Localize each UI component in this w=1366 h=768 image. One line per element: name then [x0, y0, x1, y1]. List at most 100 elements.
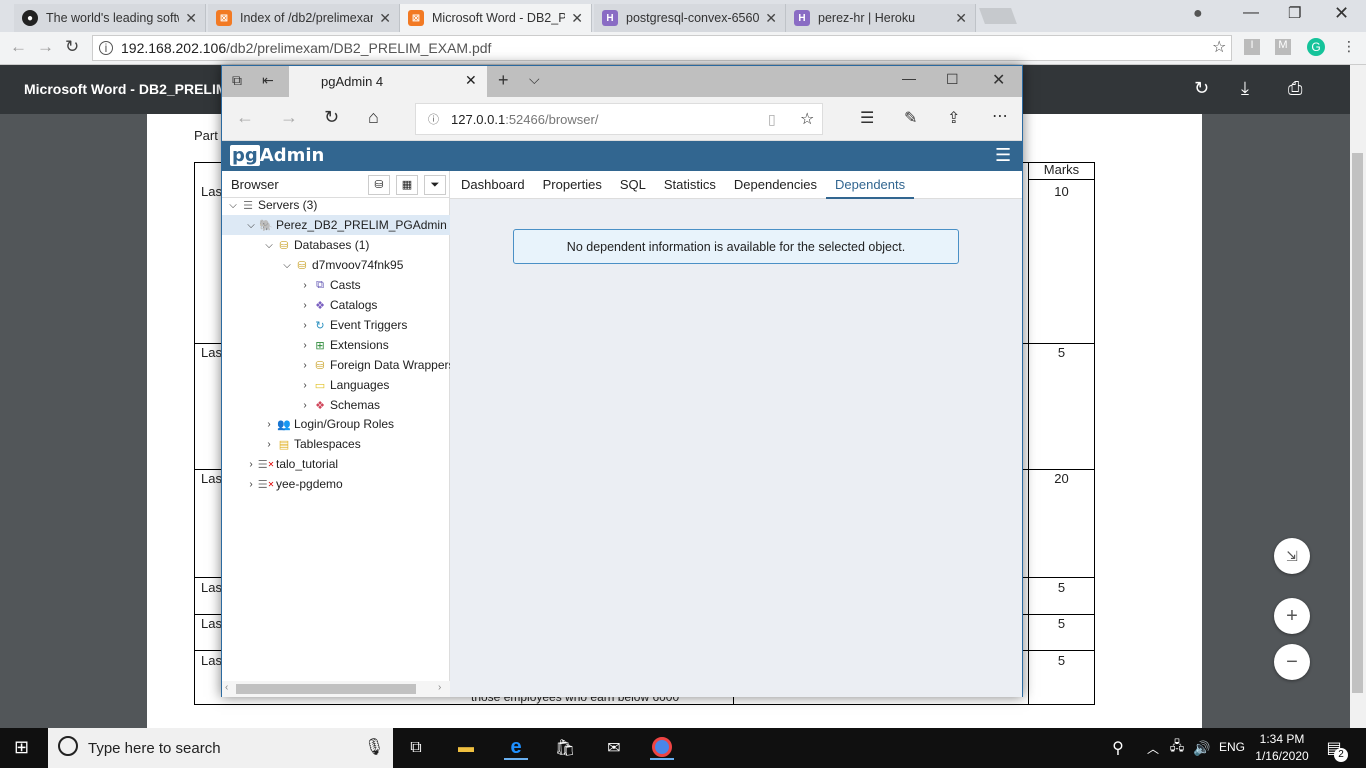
more-icon[interactable]: ⋯ [992, 106, 1008, 126]
tree-item-catalogs[interactable]: › ❖ Catalogs [298, 295, 377, 315]
view-data-icon[interactable]: ▦ [396, 175, 418, 195]
close-icon[interactable]: ✕ [955, 10, 967, 27]
restore-button[interactable]: ❐ [1288, 4, 1301, 22]
microphone-icon[interactable]: 🎙 [364, 737, 384, 757]
chevron-right-icon[interactable]: › [298, 400, 312, 411]
tab-dependents[interactable]: Dependents [826, 171, 915, 199]
edge-address-bar[interactable]: ⓘ 127.0.0.1:52466/browser/ ▯ ☆ [415, 103, 823, 135]
tree-item-yee-pgdemo[interactable]: › ☰ ✕ yee-pgdemo [244, 474, 342, 494]
close-window-button[interactable]: ✕ [1334, 3, 1349, 24]
volume-icon[interactable]: 🔊 [1190, 736, 1214, 760]
new-tab-icon[interactable]: + [498, 70, 509, 91]
close-icon[interactable]: ✕ [465, 72, 477, 89]
chrome-tab-github[interactable]: ● The world's leading softw ✕ [14, 4, 206, 32]
close-icon[interactable]: ✕ [185, 10, 197, 27]
chrome-tab-index[interactable]: ⊠ Index of /db2/prelimexar ✕ [208, 4, 400, 32]
chevron-down-icon[interactable]: ⌵ [244, 220, 258, 231]
chevron-down-icon[interactable]: ⌵ [529, 71, 540, 88]
info-icon[interactable]: i [99, 41, 113, 55]
chevron-down-icon[interactable]: ⌵ [280, 260, 294, 271]
people-icon[interactable]: ⚲ [1106, 736, 1130, 760]
tree-item-talo-tutorial[interactable]: › ☰ ✕ talo_tutorial [244, 454, 338, 474]
tree-item-extensions[interactable]: › ⊞ Extensions [298, 335, 388, 355]
chevron-right-icon[interactable]: › [262, 419, 276, 430]
tab-actions-icon[interactable]: ⧉ [232, 72, 242, 89]
hamburger-menu-icon[interactable]: ☰ [995, 145, 1011, 166]
chevron-right-icon[interactable]: › [298, 280, 312, 291]
chevron-right-icon[interactable]: › [298, 320, 312, 331]
download-icon[interactable]: ⤓ [1241, 78, 1249, 99]
clock-date[interactable]: 1/16/2020 [1252, 749, 1312, 763]
task-view-icon[interactable]: ⧉ [404, 736, 428, 760]
pen-icon[interactable]: ✎ [904, 108, 917, 128]
chevron-right-icon[interactable]: › [298, 360, 312, 371]
chevron-right-icon[interactable]: › [244, 459, 258, 470]
network-icon[interactable]: 🖧 [1165, 736, 1189, 760]
clock-time[interactable]: 1:34 PM [1256, 732, 1308, 746]
store-icon[interactable]: 🛍 [553, 736, 577, 760]
fit-page-button[interactable]: ⇲ [1274, 538, 1310, 574]
extension-i-icon[interactable]: I [1244, 39, 1260, 55]
zoom-out-button[interactable]: − [1274, 644, 1310, 680]
chevron-right-icon[interactable]: › [262, 439, 276, 450]
profile-icon[interactable]: ● [1193, 5, 1203, 23]
query-tool-icon[interactable]: ⛁ [368, 175, 390, 195]
refresh-icon[interactable]: ↻ [324, 107, 339, 128]
forward-icon[interactable]: → [280, 107, 298, 128]
close-icon[interactable]: ✕ [571, 10, 583, 27]
minimize-button[interactable]: — [902, 70, 916, 86]
extension-m-icon[interactable]: M [1275, 39, 1291, 55]
favorite-star-icon[interactable]: ☆ [800, 109, 814, 129]
zoom-in-button[interactable]: + [1274, 598, 1310, 634]
taskbar-search[interactable]: Type here to search 🎙 [48, 728, 393, 768]
reload-icon[interactable]: ↻ [65, 37, 79, 57]
new-tab-button[interactable] [979, 8, 1017, 24]
rotate-icon[interactable]: ↻ [1194, 78, 1209, 99]
tree-item-tablespaces[interactable]: › ▤ Tablespaces [262, 434, 360, 454]
home-icon[interactable]: ⌂ [368, 107, 379, 128]
grammarly-icon[interactable]: G [1307, 38, 1325, 56]
chevron-right-icon[interactable]: › [298, 380, 312, 391]
favorites-hub-icon[interactable]: ☰ [860, 108, 874, 128]
chevron-up-icon[interactable]: ︿ [1141, 736, 1165, 760]
mail-icon[interactable]: ✉ [602, 736, 626, 760]
tree-item-roles[interactable]: › 👥 Login/Group Roles [262, 414, 394, 434]
scrollbar-thumb[interactable] [236, 684, 416, 694]
chevron-right-icon[interactable]: › [244, 479, 258, 490]
tree-horizontal-scrollbar[interactable]: ‹ › [222, 681, 450, 697]
tree-item-databases[interactable]: ⌵ ⛁ Databases (1) [262, 235, 369, 255]
address-bar[interactable]: i 192.168.202.106/db2/prelimexam/DB2_PRE… [92, 35, 1232, 61]
bookmark-star-icon[interactable]: ☆ [1212, 37, 1226, 57]
chrome-icon[interactable] [650, 736, 674, 760]
language-indicator[interactable]: ENG [1219, 740, 1245, 754]
tree-item-database[interactable]: ⌵ ⛁ d7mvoov74fnk95 [280, 255, 403, 275]
close-icon[interactable]: ✕ [765, 10, 777, 27]
chrome-tab-heroku[interactable]: H perez-hr | Heroku ✕ [786, 4, 976, 32]
tree-item-server-perez[interactable]: ⌵ 🐘 Perez_DB2_PRELIM_PGAdmin [222, 215, 450, 235]
filter-rows-icon[interactable]: ⏷ [424, 175, 446, 195]
tree-item-servers[interactable]: ⌵ ☰ Servers (3) [226, 195, 317, 215]
scroll-left-icon[interactable]: ‹ [225, 682, 228, 693]
set-aside-tabs-icon[interactable]: ⇤ [262, 72, 274, 89]
chevron-down-icon[interactable]: ⌵ [262, 240, 276, 251]
tree-item-fdw[interactable]: › ⛁ Foreign Data Wrappers [298, 355, 454, 375]
tree-item-languages[interactable]: › ▭ Languages [298, 375, 389, 395]
chrome-tab-word[interactable]: ⊠ Microsoft Word - DB2_PF ✕ [400, 4, 592, 32]
back-icon[interactable]: ← [10, 37, 27, 57]
tab-properties[interactable]: Properties [534, 171, 611, 199]
pdf-scrollbar[interactable] [1350, 65, 1366, 728]
tab-statistics[interactable]: Statistics [655, 171, 725, 199]
minimize-button[interactable]: — [1243, 4, 1259, 22]
windows-start-icon[interactable]: ⊞ [14, 737, 29, 758]
share-icon[interactable]: ⇪ [947, 108, 960, 128]
chevron-right-icon[interactable]: › [298, 300, 312, 311]
edge-tab-pgadmin[interactable]: pgAdmin 4 ✕ [289, 66, 487, 97]
chevron-down-icon[interactable]: ⌵ [226, 200, 240, 211]
scroll-right-icon[interactable]: › [438, 682, 441, 693]
chrome-tab-postgresql[interactable]: H postgresql-convex-6560 ✕ [594, 4, 786, 32]
edge-icon[interactable]: e [504, 736, 528, 760]
forward-icon[interactable]: → [37, 37, 54, 57]
tree-item-schemas[interactable]: › ❖ Schemas [298, 395, 380, 415]
maximize-button[interactable]: ☐ [946, 71, 959, 88]
close-window-button[interactable]: ✕ [992, 70, 1005, 90]
